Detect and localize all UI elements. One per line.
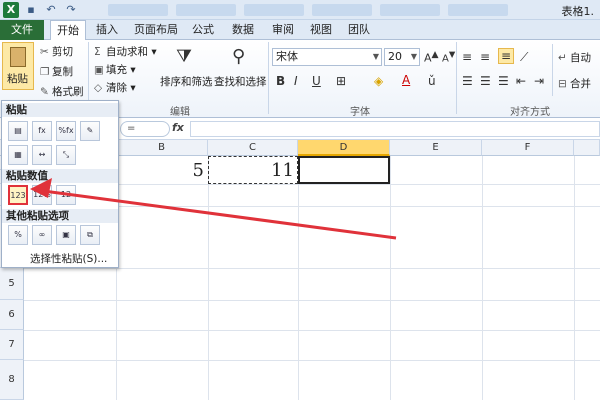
arrow-shaft — [35, 188, 397, 240]
arrow-head — [30, 178, 52, 198]
annotation-arrow — [30, 178, 397, 240]
